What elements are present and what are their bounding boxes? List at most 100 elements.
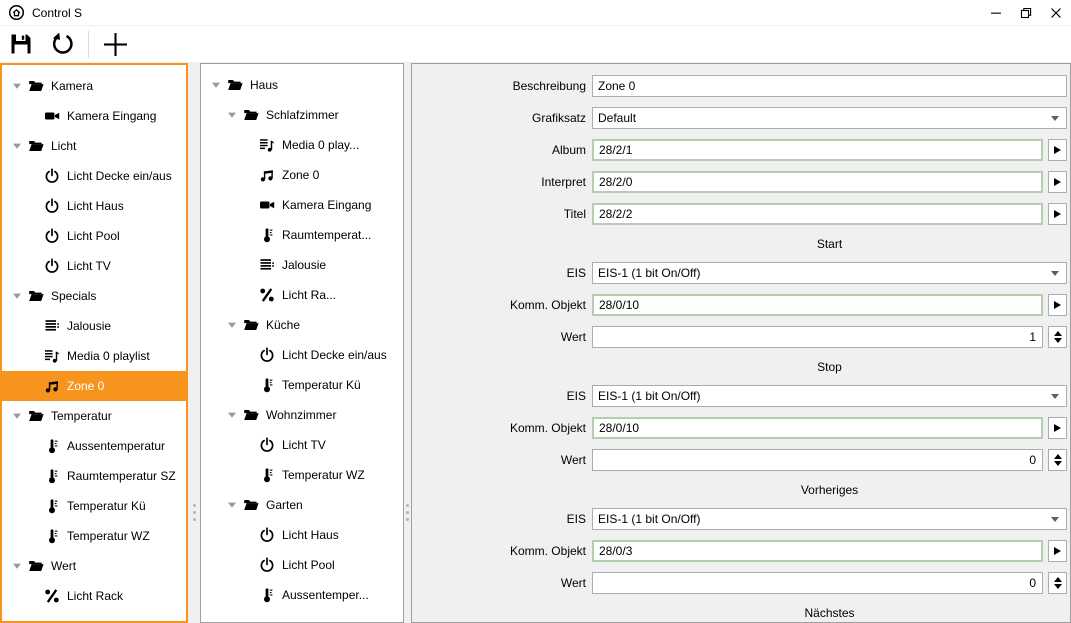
start-komm-objekt-input[interactable] [592,294,1043,316]
tree-item-licht-pool[interactable]: Licht Pool [2,221,186,251]
titel-input[interactable] [592,203,1043,225]
stop-komm-objekt-browse-button[interactable] [1048,417,1067,439]
vorheriges-komm-objekt-browse-button[interactable] [1048,540,1067,562]
spin-down-icon[interactable] [1054,338,1062,343]
spin-up-icon[interactable] [1054,577,1062,582]
expand-arrow-icon[interactable] [227,110,243,120]
tree-item-temperatur-wz[interactable]: Temperatur WZ [2,521,186,551]
tree-item-licht-tv[interactable]: Licht TV [2,251,186,281]
tree-item-kamera-eingang[interactable]: Kamera Eingang [201,190,403,220]
grafiksatz-select[interactable]: Default [592,107,1067,129]
expand-arrow-icon[interactable] [12,141,28,151]
select-value: EIS-1 (1 bit On/Off) [598,512,700,526]
save-button[interactable] [8,31,34,57]
album-browse-button[interactable] [1048,139,1067,161]
expand-arrow-icon[interactable] [227,500,243,510]
vorheriges-eis-select[interactable]: EIS-1 (1 bit On/Off) [592,508,1067,530]
refresh-button[interactable] [48,31,74,57]
tree-item-temperatur-k[interactable]: Temperatur Kü [2,491,186,521]
properties-panel: BeschreibungGrafiksatzDefaultAlbumInterp… [411,63,1071,623]
tree-item-garten[interactable]: Garten [201,490,403,520]
splitter-grip[interactable] [404,504,411,521]
section-header-n-chstes: Nächstes [804,606,854,620]
form-row: Wert [418,449,1067,471]
power-icon [44,258,60,274]
tree-item-jalousie[interactable]: Jalousie [201,250,403,280]
tree-item-label: Licht Pool [282,558,335,572]
tree-item-specials[interactable]: Specials [2,281,186,311]
expand-arrow-icon[interactable] [211,80,227,90]
tree-item-k-che[interactable]: Küche [201,310,403,340]
tree-item-licht[interactable]: Licht [2,131,186,161]
start-eis-select[interactable]: EIS-1 (1 bit On/Off) [592,262,1067,284]
tree-item-kamera-eingang[interactable]: Kamera Eingang [2,101,186,131]
close-button[interactable] [1041,0,1071,25]
vorheriges-wert-input[interactable] [592,572,1043,594]
start-wert-input[interactable] [592,326,1043,348]
tree-item-temperatur-k[interactable]: Temperatur Kü [201,370,403,400]
folder-open-icon [227,77,243,93]
tree-item-wohnzimmer[interactable]: Wohnzimmer [201,400,403,430]
tree-item-temperatur-wz[interactable]: Temperatur WZ [201,460,403,490]
thermometer-icon [44,438,60,454]
stop-wert-input[interactable] [592,449,1043,471]
beschreibung-input[interactable] [592,75,1067,97]
tree-item-raumtemperat[interactable]: Raumtemperat... [201,220,403,250]
stop-komm-objekt-input[interactable] [592,417,1043,439]
tree-item-zone-0[interactable]: Zone 0 [201,160,403,190]
maximize-button[interactable] [1011,0,1041,25]
tree-item-zone-0[interactable]: Zone 0 [2,371,186,401]
vorheriges-komm-objekt-input[interactable] [592,540,1043,562]
spin-down-icon[interactable] [1054,584,1062,589]
play-icon [1054,210,1061,218]
tree-item-licht-haus[interactable]: Licht Haus [201,520,403,550]
tree-item-kamera[interactable]: Kamera [2,71,186,101]
start-komm-objekt-browse-button[interactable] [1048,294,1067,316]
interpret-browse-button[interactable] [1048,171,1067,193]
tree-item-licht-haus[interactable]: Licht Haus [2,191,186,221]
tree-item-haus[interactable]: Haus [201,70,403,100]
stop-eis-select[interactable]: EIS-1 (1 bit On/Off) [592,385,1067,407]
tree-item-raumtemperatur-sz[interactable]: Raumtemperatur SZ [2,461,186,491]
minimize-button[interactable] [981,0,1011,25]
tree-item-aussentemperatur[interactable]: Aussentemperatur [2,431,186,461]
tree-item-label: Licht [51,139,76,153]
expand-arrow-icon[interactable] [227,320,243,330]
titel-browse-button[interactable] [1048,203,1067,225]
form-row: Titel [418,203,1067,225]
album-input[interactable] [592,139,1043,161]
percent-icon [44,588,60,604]
add-button[interactable] [102,31,128,57]
tree-item-temperatur[interactable]: Temperatur [2,401,186,431]
tree-item-wert[interactable]: Wert [2,551,186,581]
expand-arrow-icon[interactable] [12,411,28,421]
tree-item-jalousie[interactable]: Jalousie [2,311,186,341]
start-wert-spinner[interactable] [1048,326,1067,348]
thermometer-icon [259,467,275,483]
tree-item-licht-pool[interactable]: Licht Pool [201,550,403,580]
stop-wert-spinner[interactable] [1048,449,1067,471]
expand-arrow-icon[interactable] [227,410,243,420]
tree-item-aussentemper[interactable]: Aussentemper... [201,580,403,610]
expand-arrow-icon[interactable] [12,561,28,571]
spin-up-icon[interactable] [1054,331,1062,336]
tree-item-licht-tv[interactable]: Licht TV [201,430,403,460]
tree-item-media-0-playlist[interactable]: Media 0 playlist [2,341,186,371]
expand-arrow-icon[interactable] [12,291,28,301]
tree-item-licht-ra[interactable]: Licht Ra... [201,280,403,310]
vorheriges-wert-spinner[interactable] [1048,572,1067,594]
tree-item-licht-rack[interactable]: Licht Rack [2,581,186,611]
expand-arrow-icon[interactable] [12,81,28,91]
spin-up-icon[interactable] [1054,454,1062,459]
spin-down-icon[interactable] [1054,461,1062,466]
splitter-grip[interactable] [191,504,198,521]
tree-item-media-0-play[interactable]: Media 0 play... [201,130,403,160]
interpret-input[interactable] [592,171,1043,193]
field-label: EIS [418,512,586,526]
toolbar [0,26,1071,62]
tree-item-label: Wohnzimmer [266,408,336,422]
folder-open-icon [243,497,259,513]
tree-item-schlafzimmer[interactable]: Schlafzimmer [201,100,403,130]
tree-item-licht-decke-ein-aus[interactable]: Licht Decke ein/aus [201,340,403,370]
tree-item-licht-decke-ein-aus[interactable]: Licht Decke ein/aus [2,161,186,191]
